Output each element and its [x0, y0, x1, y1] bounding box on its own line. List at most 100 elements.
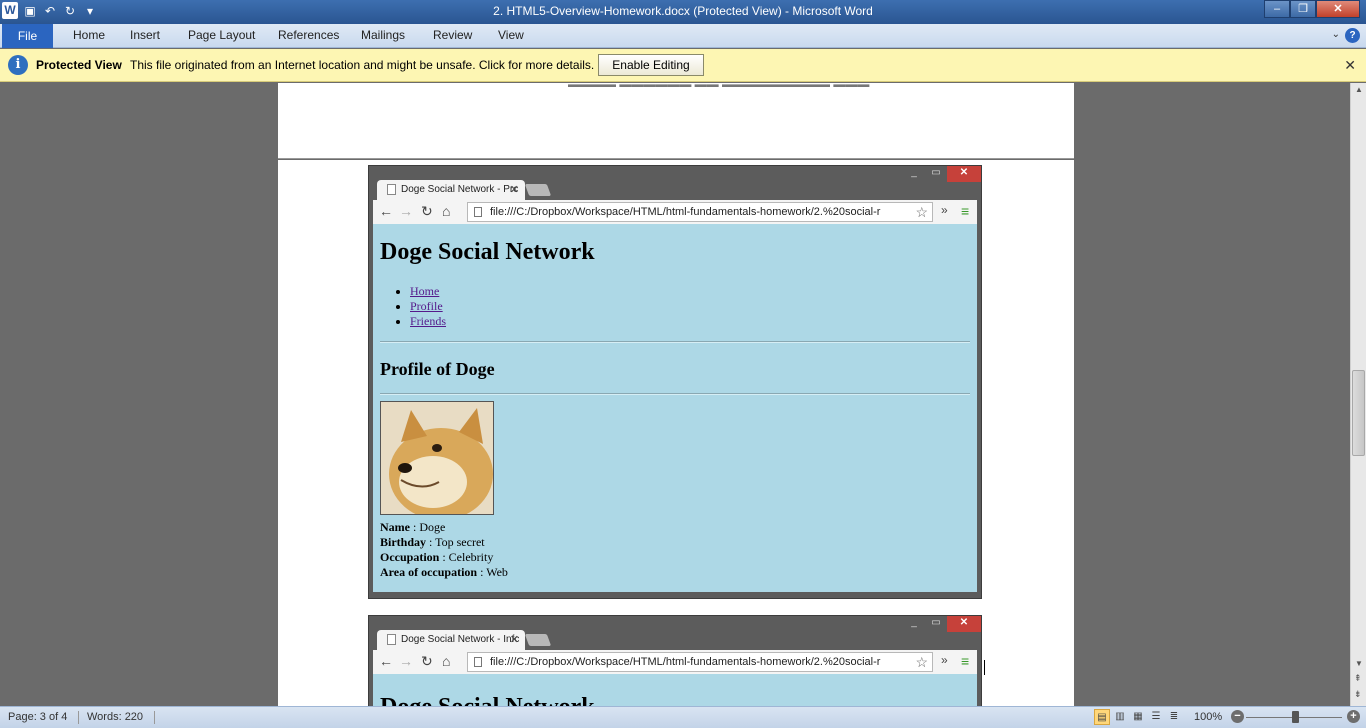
- nav-link-home: Home: [410, 284, 440, 298]
- tab-close-icon: ✕: [509, 634, 519, 646]
- forward-icon: →: [399, 653, 413, 669]
- detail-value: : Web: [477, 565, 508, 579]
- tab-page-layout[interactable]: Page Layout: [188, 28, 255, 42]
- zoom-level[interactable]: 100%: [1194, 711, 1222, 723]
- protected-view-message[interactable]: This file originated from an Internet lo…: [130, 58, 594, 72]
- close-icon: ✕: [947, 616, 981, 632]
- address-bar: file:///C:/Dropbox/Workspace/HTML/html-f…: [467, 652, 933, 672]
- browser-viewport: Doge Social Network Home Profile Friends…: [373, 224, 977, 592]
- nav-item: Home: [410, 284, 446, 299]
- address-url: file:///C:/Dropbox/Workspace/HTML/html-f…: [490, 206, 881, 218]
- maximize-button[interactable]: ❐: [1290, 0, 1316, 18]
- browser-tab-title: Doge Social Network - Infc: [401, 634, 520, 645]
- text-cursor: [984, 660, 985, 675]
- zoom-in-icon[interactable]: +: [1347, 710, 1360, 723]
- expand-ribbon-icon[interactable]: ⌄: [1332, 29, 1340, 40]
- menu-icon: ≡: [961, 203, 970, 219]
- nav-item: Profile: [410, 299, 446, 314]
- divider: [154, 711, 155, 724]
- forward-icon: →: [399, 203, 413, 219]
- detail-label: Occupation: [380, 550, 440, 564]
- zoom-out-icon[interactable]: −: [1231, 710, 1244, 723]
- page-icon: [387, 184, 396, 195]
- reload-icon: ↻: [421, 203, 433, 219]
- draft-icon[interactable]: ≣: [1166, 709, 1182, 725]
- browser-screenshot: _ ▭ ✕ Doge Social Network - Infc ✕ ← → ↻…: [368, 615, 982, 706]
- ribbon-tabs: File Home Insert Page Layout References …: [0, 24, 1366, 48]
- tab-references[interactable]: References: [278, 28, 339, 42]
- browser-toolbar: ← → ↻ ⌂ file:///C:/Dropbox/Workspace/HTM…: [373, 650, 977, 674]
- outline-icon[interactable]: ☰: [1148, 709, 1164, 725]
- full-screen-reading-icon[interactable]: ▥: [1112, 709, 1128, 725]
- maximize-icon: ▭: [931, 617, 941, 628]
- minimize-icon: _: [911, 617, 917, 628]
- status-bar: Page: 3 of 4 Words: 220 ▤ ▥ ▦ ☰ ≣ 100% −…: [0, 706, 1366, 728]
- nav-list: Home Profile Friends: [410, 284, 446, 329]
- bookmark-star-icon: ☆: [915, 204, 928, 221]
- profile-details: Name : Doge Birthday : Top secret Occupa…: [380, 520, 508, 580]
- home-icon: ⌂: [442, 203, 451, 219]
- doge-photo: [380, 401, 494, 515]
- browser-window-controls: _ ▭ ✕: [903, 616, 981, 632]
- close-button[interactable]: ✕: [1316, 0, 1360, 18]
- divider: [380, 341, 970, 343]
- document-page: _ ▭ ✕ Doge Social Network - Prc ✕ ← → ↻ …: [278, 160, 1074, 706]
- file-icon: [474, 657, 482, 667]
- close-bar-icon[interactable]: ✕: [1344, 57, 1356, 74]
- scroll-thumb[interactable]: [1352, 370, 1365, 456]
- minimize-button[interactable]: –: [1264, 0, 1290, 18]
- close-icon: ✕: [947, 166, 981, 182]
- menu-icon: ≡: [961, 653, 970, 669]
- document-area[interactable]: ▬▬▬▬ ▬▬▬▬▬▬ ▬▬ ▬▬▬▬▬▬▬▬▬ ▬▬▬ _ ▭ ✕ Doge …: [0, 83, 1350, 706]
- tab-home[interactable]: Home: [73, 28, 105, 42]
- overflow-icon: »: [941, 653, 948, 667]
- title-bar: W ▣ ↶ ↻ ▾ 2. HTML5-Overview-Homework.doc…: [0, 0, 1366, 24]
- maximize-icon: ▭: [931, 167, 941, 178]
- tab-close-icon: ✕: [509, 184, 519, 196]
- detail-row: Occupation : Celebrity: [380, 550, 508, 565]
- home-icon: ⌂: [442, 653, 451, 669]
- address-bar: file:///C:/Dropbox/Workspace/HTML/html-f…: [467, 202, 933, 222]
- next-page-icon[interactable]: ⇟: [1354, 689, 1362, 700]
- tab-insert[interactable]: Insert: [130, 28, 160, 42]
- tab-review[interactable]: Review: [433, 28, 472, 42]
- nav-link-profile: Profile: [410, 299, 443, 313]
- detail-value: : Celebrity: [439, 550, 494, 564]
- window-controls: – ❐ ✕: [1264, 0, 1360, 18]
- scroll-up-icon[interactable]: ▲: [1355, 85, 1363, 94]
- zoom-slider-thumb[interactable]: [1292, 711, 1299, 723]
- vertical-scrollbar[interactable]: ▲ ▼ ⇞ ⇟: [1350, 83, 1366, 706]
- browser-toolbar: ← → ↻ ⌂ file:///C:/Dropbox/Workspace/HTM…: [373, 200, 977, 224]
- doge-illustration: [381, 402, 493, 514]
- scroll-down-icon[interactable]: ▼: [1355, 659, 1363, 668]
- previous-page-icon[interactable]: ⇞: [1354, 673, 1362, 684]
- new-tab-icon: [524, 634, 552, 646]
- browser-viewport: Doge Social Network: [373, 674, 977, 706]
- tab-mailings[interactable]: Mailings: [361, 28, 405, 42]
- enable-editing-button[interactable]: Enable Editing: [598, 54, 704, 76]
- file-icon: [474, 207, 482, 217]
- word-count[interactable]: Words: 220: [87, 711, 143, 723]
- profile-heading: Profile of Doge: [380, 359, 495, 379]
- detail-label: Birthday: [380, 535, 427, 549]
- help-icon[interactable]: ?: [1345, 28, 1360, 43]
- info-icon: i: [8, 55, 28, 75]
- tab-file[interactable]: File: [2, 24, 53, 48]
- divider: [78, 711, 79, 724]
- overflow-icon: »: [941, 203, 948, 217]
- back-icon: ←: [379, 653, 393, 669]
- print-layout-icon[interactable]: ▤: [1094, 709, 1110, 725]
- page-heading: Doge Social Network: [380, 239, 595, 265]
- browser-screenshot: _ ▭ ✕ Doge Social Network - Prc ✕ ← → ↻ …: [368, 165, 982, 599]
- address-url: file:///C:/Dropbox/Workspace/HTML/html-f…: [490, 656, 881, 668]
- browser-tab: Doge Social Network - Infc ✕: [377, 630, 525, 650]
- browser-window-controls: _ ▭ ✕: [903, 166, 981, 182]
- browser-tab: Doge Social Network - Prc ✕: [377, 180, 525, 200]
- page-count[interactable]: Page: 3 of 4: [8, 711, 67, 723]
- web-layout-icon[interactable]: ▦: [1130, 709, 1146, 725]
- view-buttons: ▤ ▥ ▦ ☰ ≣: [1094, 709, 1182, 725]
- page-text-fragment: ▬▬▬▬ ▬▬▬▬▬▬ ▬▬ ▬▬▬▬▬▬▬▬▬ ▬▬▬: [568, 83, 948, 87]
- document-page: ▬▬▬▬ ▬▬▬▬▬▬ ▬▬ ▬▬▬▬▬▬▬▬▬ ▬▬▬: [278, 83, 1074, 159]
- reload-icon: ↻: [421, 653, 433, 669]
- tab-view[interactable]: View: [498, 28, 524, 42]
